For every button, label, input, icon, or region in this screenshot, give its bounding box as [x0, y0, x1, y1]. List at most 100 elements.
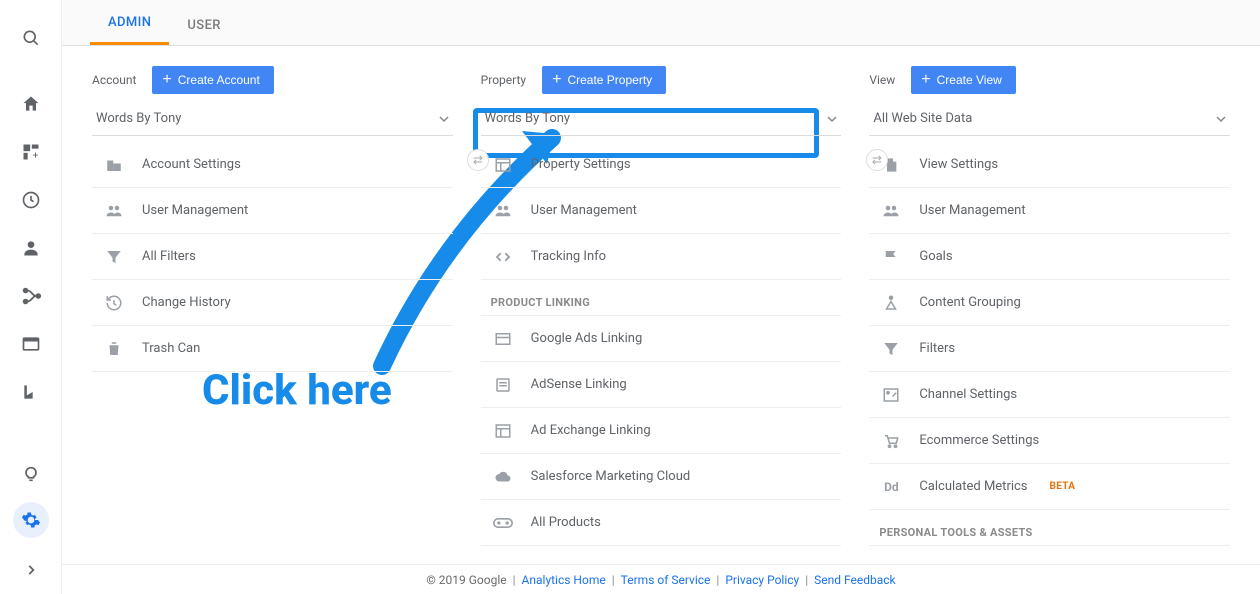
channel-settings-item[interactable]: Channel Settings [869, 372, 1230, 418]
users-icon [102, 202, 126, 220]
footer-link-analytics-home[interactable]: Analytics Home [522, 573, 606, 587]
svg-text:+: + [32, 151, 38, 162]
tracking-info-item[interactable]: Tracking Info [481, 234, 842, 280]
view-selector[interactable]: All Web Site Data [869, 102, 1230, 136]
item-label: Salesforce Marketing Cloud [531, 469, 691, 484]
item-label: Property Settings [531, 157, 631, 172]
footer-link-privacy[interactable]: Privacy Policy [725, 573, 799, 587]
view-title: View [869, 73, 895, 87]
history-icon [102, 294, 126, 312]
item-label: Calculated Metrics [919, 479, 1027, 494]
property-selector[interactable]: Words By Tony [481, 102, 842, 136]
account-column: Account +Create Account Words By Tony Ac… [82, 66, 463, 564]
cloud-icon [491, 468, 515, 486]
behavior-icon[interactable] [13, 326, 49, 362]
conversions-icon[interactable] [13, 374, 49, 410]
funnel-icon [879, 340, 903, 358]
footer-link-feedback[interactable]: Send Feedback [814, 573, 896, 587]
item-label: AdSense Linking [531, 377, 627, 392]
home-icon[interactable] [13, 86, 49, 122]
salesforce-linking-item[interactable]: Salesforce Marketing Cloud [481, 454, 842, 500]
property-user-mgmt-item[interactable]: User Management [481, 188, 842, 234]
item-label: Channel Settings [919, 387, 1017, 402]
grouping-icon [879, 294, 903, 312]
item-label: User Management [919, 203, 1025, 218]
item-label: Ecommerce Settings [919, 433, 1039, 448]
goals-item[interactable]: Goals [869, 234, 1230, 280]
tab-admin[interactable]: ADMIN [90, 15, 169, 45]
admin-tabs: ADMIN USER [62, 0, 1260, 46]
customization-icon[interactable]: + [13, 134, 49, 170]
move-account-icon[interactable]: ⇄ [467, 149, 489, 171]
realtime-icon[interactable] [13, 182, 49, 218]
cart-icon [879, 432, 903, 450]
create-property-button[interactable]: + Create Property [542, 66, 666, 94]
ecommerce-settings-item[interactable]: Ecommerce Settings [869, 418, 1230, 464]
ads-icon [491, 330, 515, 348]
account-user-mgmt-item[interactable]: User Management [92, 188, 453, 234]
flag-icon [879, 248, 903, 266]
item-label: Change History [142, 295, 231, 310]
layout-icon [491, 156, 515, 174]
property-column: Property +Create Property Words By Tony … [471, 66, 852, 564]
account-selector[interactable]: Words By Tony [92, 102, 453, 136]
audience-icon[interactable] [13, 230, 49, 266]
chevron-down-icon [827, 114, 837, 124]
admin-gear-icon[interactable] [13, 502, 49, 538]
link-icon [491, 516, 515, 530]
ad-exchange-linking-item[interactable]: Ad Exchange Linking [481, 408, 842, 454]
item-label: All Filters [142, 249, 196, 264]
search-icon[interactable] [13, 20, 49, 56]
view-user-mgmt-item[interactable]: User Management [869, 188, 1230, 234]
acquisition-icon[interactable] [13, 278, 49, 314]
move-property-icon[interactable]: ⇄ [866, 149, 888, 171]
content-grouping-item[interactable]: Content Grouping [869, 280, 1230, 326]
building-icon [102, 156, 126, 174]
create-property-label: Create Property [567, 73, 652, 87]
users-icon [491, 202, 515, 220]
item-label: Ad Exchange Linking [531, 423, 651, 438]
property-settings-item[interactable]: Property Settings [481, 142, 842, 188]
tab-user[interactable]: USER [169, 18, 239, 45]
code-icon [491, 248, 515, 266]
collapse-chevron-icon[interactable] [13, 552, 49, 588]
calculated-metrics-item[interactable]: Dd Calculated Metrics BETA [869, 464, 1230, 510]
chevron-down-icon [1216, 114, 1226, 124]
discover-icon[interactable] [13, 454, 49, 490]
plus-icon: + [552, 72, 561, 88]
all-filters-item[interactable]: All Filters [92, 234, 453, 280]
item-label: Goals [919, 249, 952, 264]
trash-icon [102, 340, 126, 358]
footer: © 2019 Google | Analytics Home | Terms o… [62, 564, 1260, 594]
trash-can-item[interactable]: Trash Can [92, 326, 453, 372]
change-history-item[interactable]: Change History [92, 280, 453, 326]
account-selected-label: Words By Tony [96, 111, 181, 126]
property-title: Property [481, 73, 526, 87]
google-ads-linking-item[interactable]: Google Ads Linking [481, 316, 842, 362]
create-account-label: Create Account [178, 73, 260, 87]
footer-link-tos[interactable]: Terms of Service [621, 573, 711, 587]
layout-icon [491, 422, 515, 440]
item-label: View Settings [919, 157, 998, 172]
view-filters-item[interactable]: Filters [869, 326, 1230, 372]
beta-badge: BETA [1050, 481, 1076, 492]
plus-icon: + [162, 72, 171, 88]
item-label: User Management [531, 203, 637, 218]
product-linking-header: PRODUCT LINKING [481, 280, 842, 316]
users-icon [879, 202, 903, 220]
all-products-item[interactable]: All Products [481, 500, 842, 546]
account-settings-item[interactable]: Account Settings [92, 142, 453, 188]
adsense-linking-item[interactable]: AdSense Linking [481, 362, 842, 408]
channel-icon [879, 386, 903, 404]
plus-icon: + [921, 72, 930, 88]
property-selected-label: Words By Tony [485, 111, 570, 126]
create-account-button[interactable]: + Create Account [152, 66, 273, 94]
personal-tools-header: PERSONAL TOOLS & ASSETS [869, 510, 1230, 546]
view-settings-item[interactable]: View Settings [869, 142, 1230, 188]
create-view-button[interactable]: +Create View [911, 66, 1016, 94]
left-nav-rail: + [0, 0, 62, 594]
adsense-icon [491, 376, 515, 394]
item-label: All Products [531, 515, 601, 530]
item-label: Filters [919, 341, 955, 356]
view-selected-label: All Web Site Data [873, 111, 972, 126]
